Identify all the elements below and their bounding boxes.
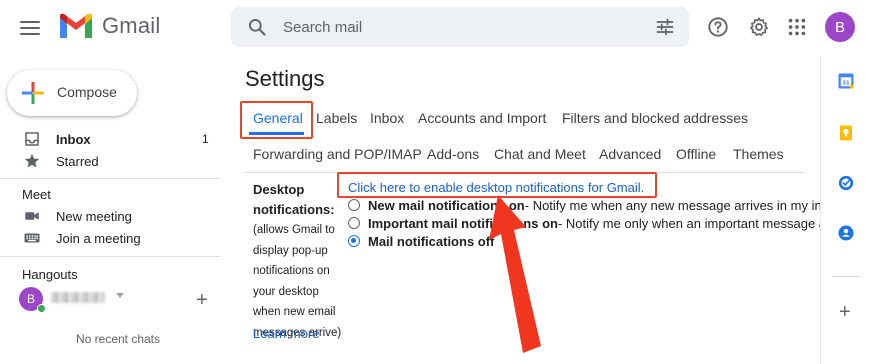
online-status-dot — [37, 304, 46, 313]
sidebar-item-label: Starred — [56, 153, 99, 169]
help-icon[interactable] — [707, 16, 729, 38]
gear-icon[interactable] — [748, 16, 770, 38]
meet-section-title: Meet — [22, 187, 51, 202]
compose-label: Compose — [57, 84, 117, 100]
sidebar-item-new-meeting[interactable]: New meeting — [0, 205, 220, 227]
option-mail-notifications-off[interactable]: Mail notifications off — [348, 232, 494, 250]
option-important-mail-notifications[interactable]: Important mail notifications on - Notify… — [348, 214, 820, 232]
tab-forwarding-and-pop-imap[interactable]: Forwarding and POP/IMAP — [253, 146, 422, 162]
gmail-m-icon — [60, 13, 92, 38]
sidebar-item-join-meeting[interactable]: Join a meeting — [0, 227, 220, 249]
sidebar-item-inbox[interactable]: Inbox 1 — [0, 128, 220, 150]
compose-button[interactable]: Compose — [7, 70, 137, 116]
keep-icon[interactable] — [837, 124, 855, 142]
tab-inbox[interactable]: Inbox — [370, 110, 404, 126]
search-bar[interactable] — [231, 7, 689, 47]
sidebar-item-label: Inbox — [56, 131, 91, 147]
radio-button[interactable] — [348, 199, 360, 211]
new-chat-plus-icon[interactable]: + — [196, 290, 208, 310]
setting-description-line: when new email — [253, 306, 336, 318]
rail-divider — [832, 276, 860, 277]
status-dropdown-icon[interactable] — [116, 293, 124, 298]
tab-accounts-and-import[interactable]: Accounts and Import — [418, 110, 546, 126]
video-camera-icon — [25, 212, 39, 220]
sidebar-divider — [0, 256, 221, 257]
setting-description-line: your desktop — [253, 285, 319, 298]
compose-plus-icon — [22, 82, 44, 104]
notification-options: New mail notifications on - Notify me wh… — [340, 190, 820, 250]
add-app-plus-icon[interactable]: + — [839, 302, 851, 322]
sidebar-item-starred[interactable]: Starred — [0, 150, 220, 172]
tab-advanced[interactable]: Advanced — [599, 146, 661, 162]
gmail-logo[interactable]: Gmail — [58, 12, 160, 40]
tab-labels[interactable]: Labels — [316, 110, 357, 126]
hangouts-user-name-redacted — [51, 292, 105, 303]
contacts-icon[interactable] — [837, 224, 855, 242]
search-icon[interactable] — [247, 17, 267, 37]
sidebar-item-label: New meeting — [56, 208, 132, 224]
calendar-icon[interactable]: 31 — [837, 72, 855, 90]
search-options-icon[interactable] — [655, 17, 675, 37]
radio-button[interactable] — [348, 217, 360, 229]
page-title: Settings — [245, 66, 325, 91]
setting-label-line: Desktop — [253, 182, 305, 197]
main-menu-button[interactable] — [16, 14, 44, 42]
tasks-icon[interactable] — [837, 174, 855, 192]
tab-offline[interactable]: Offline — [676, 146, 716, 162]
no-recent-chats-text: No recent chats — [75, 332, 161, 346]
account-avatar[interactable]: B — [825, 12, 855, 42]
setting-description-line: display pop-up — [253, 244, 328, 257]
tab-add-ons[interactable]: Add-ons — [427, 146, 479, 162]
setting-label-line: notifications: — [253, 202, 335, 217]
option-description: - Notify me when any new message arrives… — [524, 197, 820, 213]
learn-more-link[interactable]: Learn more — [253, 326, 319, 341]
keyboard-icon — [24, 233, 40, 243]
gmail-wordmark: Gmail — [102, 13, 161, 38]
inbox-count: 1 — [202, 132, 209, 146]
apps-grid-icon[interactable] — [786, 16, 808, 38]
search-input[interactable] — [283, 7, 633, 47]
svg-text:31: 31 — [842, 80, 850, 86]
setting-description-line: notifications on — [253, 265, 330, 277]
inbox-icon — [25, 132, 39, 146]
option-label: New mail notifications on — [368, 197, 525, 213]
sidebar-item-label: Join a meeting — [56, 230, 141, 246]
setting-description-line: (allows Gmail to — [253, 224, 335, 236]
sidebar-divider — [0, 178, 221, 179]
option-new-mail-notifications[interactable]: New mail notifications on - Notify me wh… — [348, 196, 820, 214]
tab-themes[interactable]: Themes — [733, 146, 784, 162]
top-bar: Gmail B — [0, 0, 869, 56]
hangouts-section-title: Hangouts — [22, 267, 78, 282]
star-icon — [24, 153, 40, 168]
option-description: - Notify me only when an important messa… — [557, 215, 820, 231]
radio-button-selected[interactable] — [348, 235, 360, 247]
desktop-notifications-label: Desktop notifications: (allows Gmail to … — [253, 180, 345, 343]
tab-filters-and-blocked-addresses[interactable]: Filters and blocked addresses — [562, 110, 748, 126]
option-label: Mail notifications off — [368, 233, 495, 249]
annotation-box-general-tab — [240, 101, 313, 139]
option-label: Important mail notifications on — [368, 215, 558, 231]
tab-chat-and-meet[interactable]: Chat and Meet — [494, 146, 586, 162]
